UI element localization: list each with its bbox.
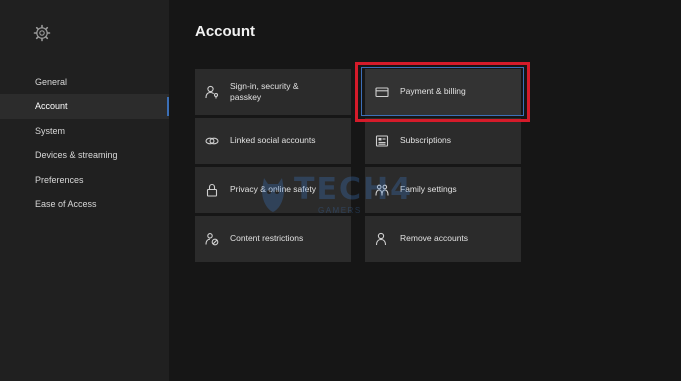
sidebar-item-preferences[interactable]: Preferences (0, 168, 169, 192)
content-restrictions-icon (205, 232, 219, 246)
sidebar-item-general[interactable]: General (0, 70, 169, 94)
settings-screen: General Account System Devices & streami… (0, 0, 681, 381)
tile-subscriptions[interactable]: Subscriptions (365, 118, 521, 164)
sidebar-item-devices-streaming[interactable]: Devices & streaming (0, 143, 169, 167)
tile-label: Payment & billing (400, 86, 466, 97)
lock-icon (205, 183, 219, 197)
linked-chain-icon (205, 134, 219, 148)
tile-sign-in-security[interactable]: Sign-in, security & passkey (195, 69, 351, 115)
settings-sidebar: General Account System Devices & streami… (0, 0, 169, 381)
sidebar-item-ease-of-access[interactable]: Ease of Access (0, 192, 169, 216)
subscriptions-icon (375, 134, 389, 148)
tile-payment-billing[interactable]: Payment & billing (365, 69, 521, 115)
page-title: Account (195, 23, 255, 40)
person-remove-icon (375, 232, 389, 246)
tile-label: Remove accounts (400, 233, 469, 244)
settings-gear-icon (33, 24, 51, 42)
sidebar-item-system[interactable]: System (0, 119, 169, 143)
tile-label: Content restrictions (230, 233, 304, 244)
tile-family-settings[interactable]: Family settings (365, 167, 521, 213)
settings-nav: General Account System Devices & streami… (0, 70, 169, 216)
sidebar-item-account[interactable]: Account (0, 94, 169, 119)
credit-card-icon (375, 85, 389, 99)
tile-linked-social-accounts[interactable]: Linked social accounts (195, 118, 351, 164)
tile-privacy-online-safety[interactable]: Privacy & online safety (195, 167, 351, 213)
tile-content-restrictions[interactable]: Content restrictions (195, 216, 351, 262)
tile-label: Privacy & online safety (230, 184, 316, 195)
tile-label: Sign-in, security & passkey (230, 80, 299, 102)
tile-label: Family settings (400, 184, 457, 195)
family-icon (375, 183, 389, 197)
person-key-icon (205, 85, 219, 99)
tile-label: Subscriptions (400, 135, 452, 146)
tile-remove-accounts[interactable]: Remove accounts (365, 216, 521, 262)
tile-label: Linked social accounts (230, 135, 316, 146)
